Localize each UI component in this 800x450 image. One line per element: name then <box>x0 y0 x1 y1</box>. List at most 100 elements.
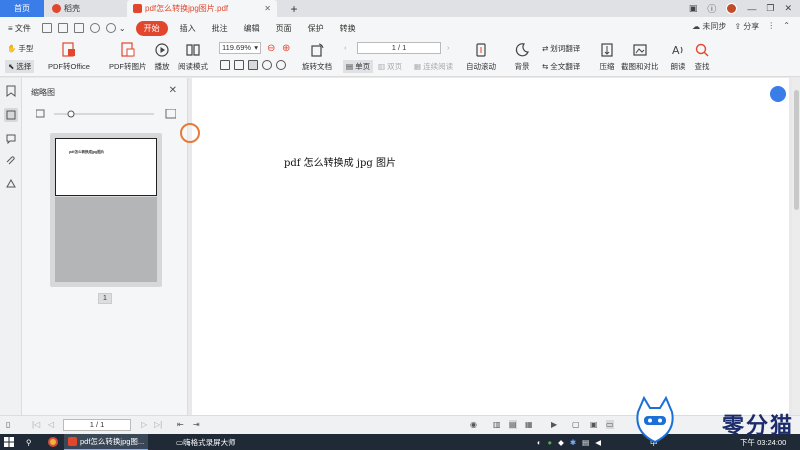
rotate-left-icon[interactable] <box>262 60 272 70</box>
vertical-scrollbar[interactable] <box>792 78 800 415</box>
document-page[interactable]: pdf 怎么转换成 jpg 图片 <box>192 78 789 415</box>
floating-tools-button[interactable] <box>770 86 786 102</box>
single-page-button[interactable]: ▤ 单页 <box>343 60 374 73</box>
bookmark-icon[interactable] <box>4 84 18 98</box>
fit-page-icon[interactable] <box>234 60 244 70</box>
status-play-icon[interactable]: ▶ <box>551 420 557 429</box>
eye-protect-icon[interactable]: ◉ <box>470 420 477 429</box>
menu-convert[interactable]: 转换 <box>332 23 364 34</box>
redo-icon[interactable] <box>105 23 116 33</box>
more-options-icon[interactable]: ⋮ <box>767 21 775 32</box>
screenshot-compare-button[interactable]: 截图和对比 <box>621 42 659 72</box>
print-icon[interactable] <box>73 23 84 33</box>
page-number-input[interactable]: 1 / 1 <box>357 42 441 54</box>
tray-shield-icon[interactable]: ◆ <box>558 438 564 447</box>
tray-app-icon[interactable]: ◐ <box>537 438 542 447</box>
taskbar-app-recorder[interactable]: ▭ 嗨格式录屏大师 <box>172 434 240 450</box>
tray-volume-icon[interactable]: ◀ <box>595 438 601 447</box>
menu-annotate[interactable]: 批注 <box>204 23 236 34</box>
fit-width-icon[interactable] <box>248 60 258 70</box>
rotate-right-icon[interactable] <box>276 60 286 70</box>
tab-daoke[interactable]: 稻壳 <box>44 0 126 17</box>
status-actual-size-icon[interactable]: ▢ <box>572 420 580 429</box>
compress-button[interactable]: 压缩 <box>599 42 615 72</box>
play-icon <box>154 42 170 58</box>
sync-status[interactable]: ☁ 未同步 <box>692 21 726 32</box>
menu-start[interactable]: 开始 <box>135 20 168 36</box>
word-translate-button[interactable]: ⇄ 划词翻译 <box>542 43 580 54</box>
status-double-page-icon[interactable]: ▥ <box>493 420 501 429</box>
share-button[interactable]: ⇪ 分享 <box>734 21 759 32</box>
zoom-input[interactable]: 119.69% ▾ <box>219 42 261 54</box>
comment-icon[interactable] <box>4 132 18 146</box>
avatar[interactable] <box>726 3 738 14</box>
pdf-to-image-button[interactable]: PDF转图片 <box>109 42 147 72</box>
close-panel-icon[interactable]: ✕ <box>169 85 177 96</box>
status-single-page-icon[interactable]: ▤ <box>509 420 517 429</box>
tray-wechat-icon[interactable]: ● <box>548 438 553 447</box>
attachment-icon[interactable] <box>4 154 18 168</box>
status-page-input[interactable]: 1 / 1 <box>63 419 131 431</box>
read-mode-button[interactable]: 阅读模式 <box>178 42 208 72</box>
save-icon[interactable] <box>57 23 68 33</box>
open-folder-icon[interactable] <box>41 23 52 33</box>
menu-page[interactable]: 页面 <box>268 23 300 34</box>
taskbar-app-pdf[interactable]: pdf怎么转换jpg图... <box>64 434 149 450</box>
status-prev-page-icon[interactable]: ◁ <box>48 420 54 429</box>
scrollbar-thumb[interactable] <box>794 90 799 210</box>
forward-icon[interactable]: ⇥ <box>193 420 200 429</box>
continuous-read-button[interactable]: ▦ 连续阅读 <box>414 61 453 72</box>
zoom-out-icon[interactable]: ⊖ <box>267 43 275 54</box>
tray-bluetooth-icon[interactable]: ✱ <box>570 438 576 447</box>
add-tab-button[interactable]: + <box>286 0 302 17</box>
menu-protect[interactable]: 保护 <box>300 23 332 34</box>
play-button[interactable]: 播放 <box>154 42 170 72</box>
windows-start-icon[interactable] <box>4 434 14 450</box>
more-dropdown-icon[interactable]: ⌄ <box>119 24 126 33</box>
thumbnail-page-preview[interactable]: pdf怎么转换成jpg图片 <box>55 138 157 196</box>
collapse-ribbon-icon[interactable]: ⌃ <box>783 21 790 32</box>
rotate-document-button[interactable]: 旋转文档 <box>302 42 332 72</box>
menu-edit[interactable]: 编辑 <box>236 23 268 34</box>
tab-pdf-document[interactable]: pdf怎么转换jpg图片.pdf ✕ <box>127 0 277 17</box>
search-button[interactable]: 查找 <box>694 42 710 72</box>
taskbar-search-icon[interactable]: ⚲ <box>26 434 32 450</box>
auto-scroll-button[interactable]: 自动滚动 <box>466 42 496 72</box>
background-button[interactable]: 背景 <box>514 42 530 72</box>
full-translate-button[interactable]: ⇆ 全文翻译 <box>542 61 580 72</box>
next-page-icon[interactable]: › <box>447 43 450 52</box>
undo-icon[interactable] <box>89 23 100 33</box>
thumbnail-size-slider[interactable] <box>35 108 177 119</box>
chrome-icon[interactable] <box>48 434 58 450</box>
close-tab-icon[interactable]: ✕ <box>264 4 271 13</box>
signature-icon[interactable] <box>4 176 18 190</box>
status-continuous-icon[interactable]: ▦ <box>525 420 533 429</box>
select-tool[interactable]: ⬉ 选择 <box>5 60 35 73</box>
pdf-to-office-label: PDF转Office <box>48 62 90 71</box>
sidebar-toggle-icon[interactable]: ▯ <box>6 420 10 429</box>
close-window-icon[interactable]: ✕ <box>784 3 792 14</box>
maximize-icon[interactable]: ❐ <box>766 3 774 14</box>
prev-page-icon[interactable]: ‹ <box>344 43 347 52</box>
double-page-button[interactable]: ▥ 双页 <box>378 61 402 72</box>
status-next-page-icon[interactable]: ▷ <box>141 420 147 429</box>
window-mode-icon[interactable]: ▣ <box>689 3 698 14</box>
tray-network-icon[interactable]: ▤ <box>582 438 589 447</box>
back-icon[interactable]: ⇤ <box>177 420 184 429</box>
thumbnail-icon[interactable] <box>4 108 18 122</box>
read-aloud-button[interactable]: A 朗读 <box>670 42 686 72</box>
minimize-icon[interactable]: — <box>747 4 756 14</box>
first-page-icon[interactable]: |◁ <box>32 420 40 429</box>
search-icon <box>694 42 710 58</box>
status-fit-width-icon[interactable]: ▭ <box>606 420 614 429</box>
actual-size-icon[interactable] <box>220 60 230 70</box>
file-menu[interactable]: ≡ 文件 <box>0 23 39 34</box>
zoom-in-icon[interactable]: ⊕ <box>282 43 290 54</box>
tab-home[interactable]: 首页 <box>0 0 44 17</box>
menu-insert[interactable]: 插入 <box>172 23 204 34</box>
hand-tool[interactable]: ✋ 手型 <box>7 43 33 54</box>
pdf-to-office-button[interactable]: PDF转Office <box>48 42 90 72</box>
info-icon[interactable]: ⓘ <box>707 2 716 15</box>
status-fit-page-icon[interactable]: ▣ <box>590 420 598 429</box>
last-page-icon[interactable]: ▷| <box>154 420 162 429</box>
